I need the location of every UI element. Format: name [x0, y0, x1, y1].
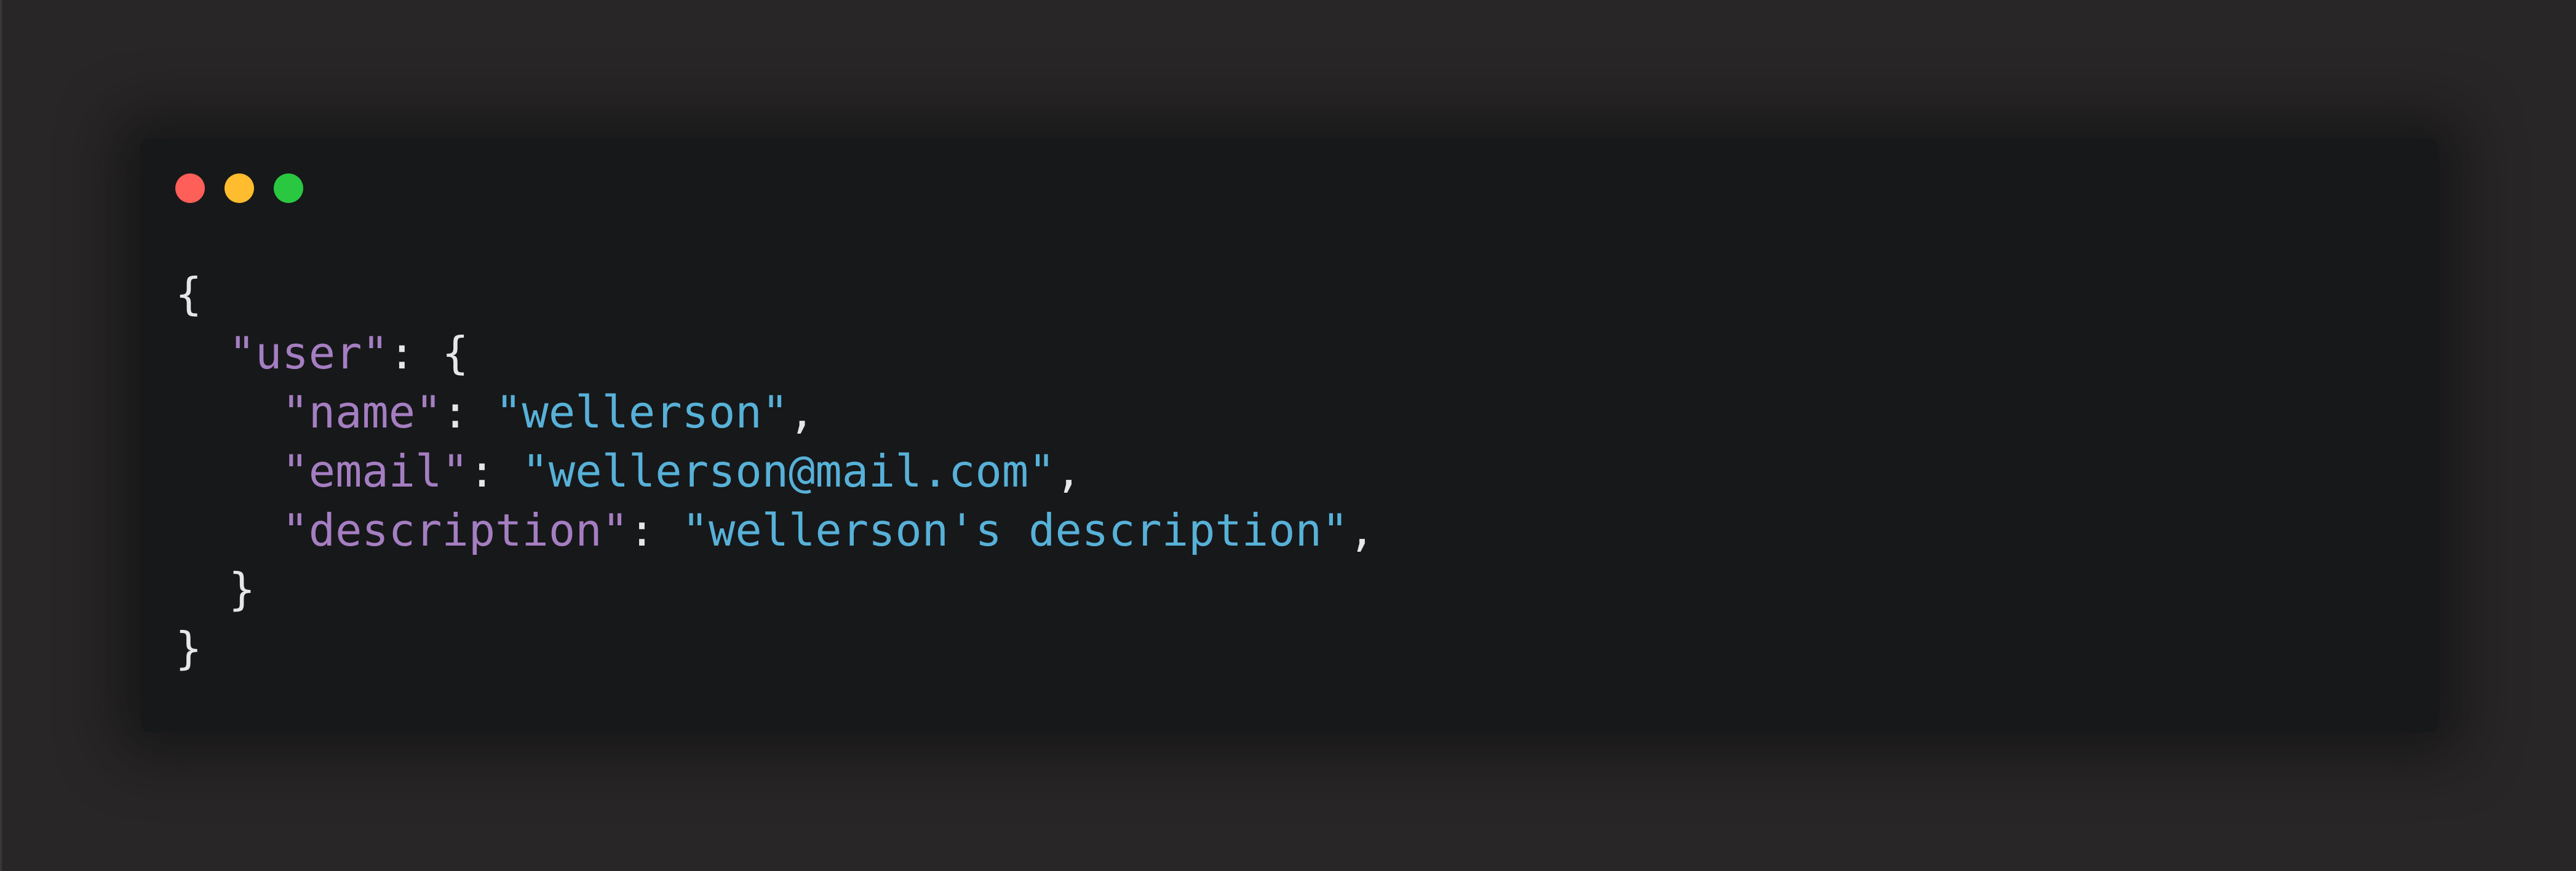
email-colon: :	[468, 445, 522, 497]
window-controls	[175, 173, 303, 203]
code-line-7: }	[175, 619, 1375, 678]
code-window: { "user": { "name": "wellerson", "email"…	[140, 138, 2439, 733]
name-comma: ,	[789, 386, 816, 438]
code-line-5: "description": "wellerson's description"…	[175, 501, 1375, 560]
code-line-4: "email": "wellerson@mail.com",	[175, 442, 1375, 501]
description-value: "wellerson's description"	[682, 504, 1349, 556]
code-line-6: }	[175, 560, 1375, 619]
minimize-button[interactable]	[225, 173, 254, 203]
user-colon: : {	[388, 327, 469, 379]
code-line-3: "name": "wellerson",	[175, 383, 1375, 442]
user-key: "user"	[228, 327, 389, 379]
email-key: "email"	[282, 445, 469, 497]
open-brace: {	[175, 268, 202, 320]
name-key: "name"	[282, 386, 442, 438]
code-block: { "user": { "name": "wellerson", "email"…	[175, 264, 1375, 678]
close-button[interactable]	[175, 173, 205, 203]
code-line-1: {	[175, 264, 1375, 324]
outer-close-brace: }	[175, 622, 202, 674]
inner-close-brace: }	[228, 563, 256, 615]
description-colon: :	[628, 504, 682, 556]
email-comma: ,	[1055, 445, 1082, 497]
code-line-2: "user": {	[175, 324, 1375, 383]
description-key: "description"	[282, 504, 629, 556]
description-comma: ,	[1348, 504, 1375, 556]
left-edge-divider	[0, 0, 2, 871]
email-value: "wellerson@mail.com"	[522, 445, 1055, 497]
maximize-button[interactable]	[274, 173, 303, 203]
name-colon: :	[442, 386, 496, 438]
name-value: "wellerson"	[495, 386, 789, 438]
